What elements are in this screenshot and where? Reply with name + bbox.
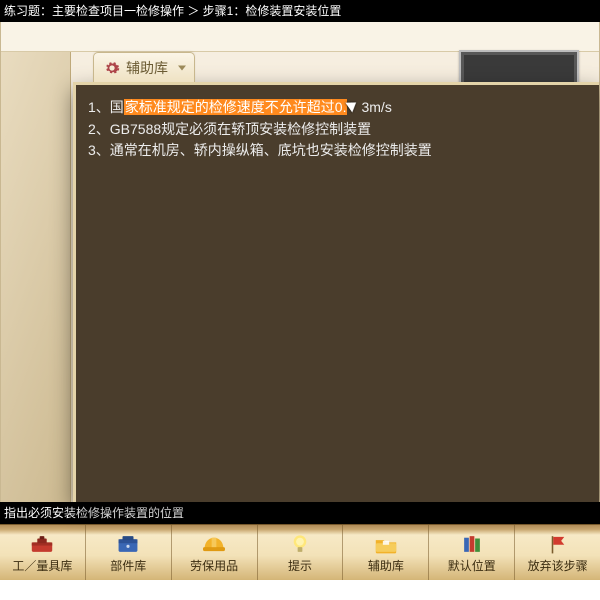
wall-left [1,52,71,502]
default-position-button[interactable]: 默认位置 [429,525,515,580]
toolbar-label: 提示 [288,557,312,574]
ppe-library-button[interactable]: 劳保用品 [172,525,258,580]
item-text-a: 国 [110,99,124,115]
cursor-icon [348,99,360,115]
aux-library-panel: 1、国家标准规定的检修速度不允许超过0. 3m/s 2、GB7588规定必须在轿顶… [73,82,599,502]
aux-library-button[interactable]: 辅助库 [343,525,429,580]
item-index: 1、 [88,99,110,115]
stage: 辅助库 1、国家标准规定的检修速度不允许超过0. 3m/s 2、GB7588规定必… [0,22,600,502]
toolbar-label: 辅助库 [368,557,404,574]
gear-icon [104,60,120,76]
toolbar-label: 放弃该步骤 [528,557,588,574]
item-index: 2、 [88,121,110,137]
parts-library-button[interactable]: 部件库 [86,525,172,580]
panel-item[interactable]: 1、国家标准规定的检修速度不允许超过0. 3m/s [88,97,587,119]
item-text: 通常在机房、轿内操纵箱、底坑也安装检修控制装置 [110,142,432,158]
item-text: GB7588规定必须在轿顶安装检修控制装置 [110,121,371,137]
parts-icon [115,533,141,555]
abandon-step-button[interactable]: 放弃该步骤 [515,525,600,580]
item-highlight: 家标准规定的检修速度不允许超过0. [124,99,348,115]
toolbar-label: 默认位置 [448,557,496,574]
aux-library-tab[interactable]: 辅助库 [93,52,195,82]
bottom-gap [0,580,600,600]
item-index: 3、 [88,142,110,158]
hints-button[interactable]: 提示 [258,525,344,580]
toolbox-icon [29,533,55,555]
books-icon [459,533,485,555]
breadcrumb: 练习题：主要检查项目一检修操作 ＞ 步骤1：检修装置安装位置 [0,0,600,22]
bulb-icon [287,533,313,555]
helmet-icon [201,533,227,555]
panel-item[interactable]: 2、GB7588规定必须在轿顶安装检修控制装置 [88,119,587,141]
chevron-down-icon [178,65,186,70]
folder-icon [373,533,399,555]
hint-bar: 指出必须安装检修操作装置的位置 [0,502,600,524]
toolbar-label: 工／量具库 [12,557,72,574]
toolbar: 工／量具库 部件库 劳保用品 提示 辅助库 [0,524,600,580]
panel-item[interactable]: 3、通常在机房、轿内操纵箱、底坑也安装检修控制装置 [88,140,587,162]
tool-library-button[interactable]: 工／量具库 [0,525,86,580]
toolbar-label: 部件库 [110,557,146,574]
wall-top [1,22,599,52]
aux-library-tab-label: 辅助库 [126,58,168,78]
item-text-b: 3m/s [361,99,391,115]
toolbar-label: 劳保用品 [190,557,238,574]
flag-icon [545,533,571,555]
